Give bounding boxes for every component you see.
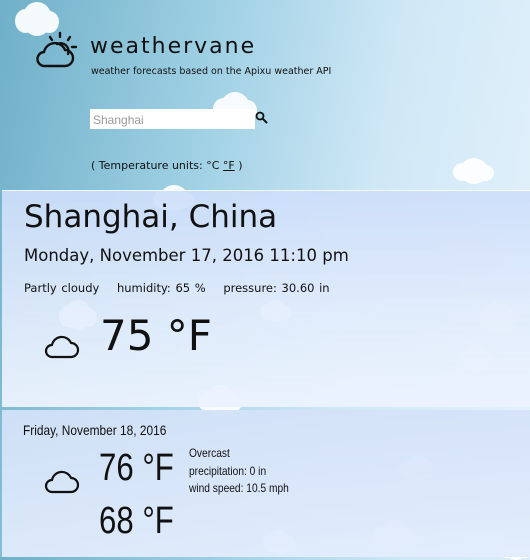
- forecast-condition: Overcast: [189, 446, 230, 460]
- temperature-units: ( Temperature units: °C °F ): [91, 159, 243, 172]
- fahrenheit-link[interactable]: °F: [223, 159, 235, 172]
- humidity-text: humidity: 65 %: [116, 281, 206, 295]
- current-datetime: Monday, November 17, 2016 11:10 pm: [24, 246, 349, 265]
- current-temperature: 75 °F: [100, 311, 212, 360]
- forecast-wind: wind speed: 10.5 mph: [189, 481, 289, 495]
- forecast-date: Friday, November 18, 2016: [23, 422, 167, 438]
- current-weather-panel: Shanghai, China Monday, November 17, 201…: [2, 190, 530, 407]
- search-box: [90, 109, 255, 130]
- app-title: weathervane: [90, 34, 257, 59]
- cloud-icon: [44, 335, 80, 359]
- cloud-icon: [44, 470, 80, 494]
- forecast-panel: Friday, November 18, 2016 76 °F 68 °F Ov…: [2, 410, 530, 557]
- forecast-high-temp: 76 °F: [99, 447, 174, 489]
- search-icon[interactable]: [255, 111, 268, 124]
- app-subtitle: weather forecasts based on the Apixu wea…: [91, 66, 332, 77]
- forecast-low-temp: 68 °F: [99, 500, 174, 542]
- app-header: weathervane weather forecasts based on t…: [0, 0, 530, 190]
- current-conditions: Partly cloudy humidity: 65 % pressure: 3…: [24, 281, 343, 295]
- units-suffix: ): [234, 159, 243, 172]
- location-title: Shanghai, China: [24, 199, 278, 235]
- search-input[interactable]: [90, 110, 250, 130]
- pressure-text: pressure: 30.60 in: [223, 281, 330, 295]
- condition-text: Partly cloudy: [24, 281, 100, 295]
- sun-cloud-icon: [36, 31, 78, 68]
- units-prefix: ( Temperature units: °C: [91, 159, 223, 172]
- forecast-details: Overcast precipitation: 0 in wind speed:…: [189, 445, 289, 498]
- forecast-precipitation: precipitation: 0 in: [189, 463, 267, 478]
